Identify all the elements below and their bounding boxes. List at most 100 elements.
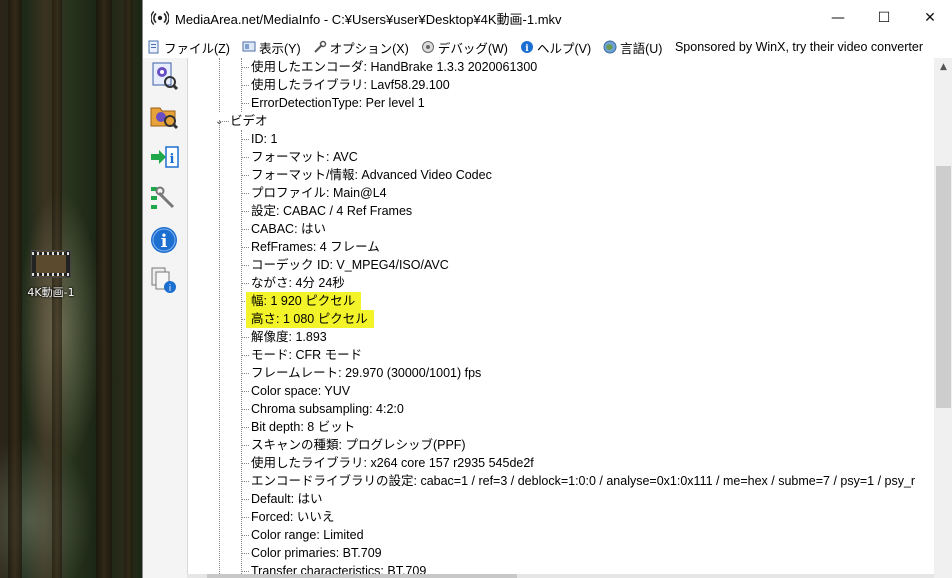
scrollbar-thumb[interactable] [936, 166, 951, 408]
video-info-item[interactable]: ID: 1 [251, 130, 277, 148]
video-info-item[interactable]: Forced: いいえ [251, 508, 334, 526]
donate-button[interactable]: i [147, 264, 181, 298]
tree-connector [241, 337, 249, 338]
info-icon: i [149, 225, 179, 258]
highlighted-video-info-item[interactable]: 高さ: 1 080 ピクセル [246, 310, 374, 328]
svg-text:i: i [161, 231, 168, 252]
video-section-header[interactable]: ビデオ [230, 112, 268, 130]
open-folder-button[interactable] [147, 100, 181, 134]
video-info-item[interactable]: 使用したライブラリ: x264 core 157 r2935 545de2f [251, 454, 534, 472]
video-info-item[interactable]: ながさ: 4分 24秒 [251, 274, 345, 292]
video-info-item[interactable]: プロファイル: Main@L4 [251, 184, 387, 202]
debug-icon [421, 40, 435, 54]
tree-trunk [96, 0, 112, 578]
tree-connector [241, 85, 249, 86]
video-info-item[interactable]: フレームレート: 29.970 (30000/1001) fps [251, 364, 481, 382]
tree-connector [241, 445, 249, 446]
menu-help[interactable]: i ヘルプ(V) [516, 38, 599, 57]
mediainfo-window: MediaArea.net/MediaInfo - C:¥Users¥user¥… [142, 0, 952, 578]
tree-connector [241, 247, 249, 248]
hscroll-thumb[interactable] [207, 574, 517, 578]
language-icon [603, 40, 617, 54]
video-info-item[interactable]: フォーマット: AVC [251, 148, 358, 166]
tree-connector [241, 211, 249, 212]
tree-connector [241, 409, 249, 410]
sponsor-link[interactable]: Sponsored by WinX, try their video conve… [675, 40, 923, 54]
menu-view-label: 表示(Y) [258, 41, 301, 56]
tree-connector [241, 517, 249, 518]
options-icon [313, 40, 327, 54]
menu-language[interactable]: 言語(U) [599, 38, 670, 57]
donate-icon: i [149, 265, 179, 298]
export-icon: i [149, 143, 179, 176]
menu-view[interactable]: 表示(Y) [238, 38, 309, 57]
menu-debug[interactable]: デバッグ(W) [417, 38, 516, 57]
tree-connector [219, 58, 220, 112]
video-info-item[interactable]: RefFrames: 4 フレーム [251, 238, 380, 256]
info-tree-view[interactable]: ⌄ ビデオ 使用したエンコーダ: HandBrake 1.3.3 2020061… [187, 58, 935, 578]
video-info-item[interactable]: Chroma subsampling: 4:2:0 [251, 400, 404, 418]
general-info-item[interactable]: 使用したエンコーダ: HandBrake 1.3.3 2020061300 [251, 58, 537, 76]
title-bar[interactable]: MediaArea.net/MediaInfo - C:¥Users¥user¥… [143, 0, 952, 36]
tree-connector [241, 427, 249, 428]
menu-file[interactable]: ファイル(Z) [143, 38, 238, 57]
tree-connector [241, 265, 249, 266]
preferences-button[interactable] [147, 182, 181, 216]
highlighted-video-info-item[interactable]: 幅: 1 920 ピクセル [246, 292, 362, 310]
desktop-file-icon[interactable]: 4K動画-1 [20, 248, 82, 300]
export-button[interactable]: i [147, 142, 181, 176]
desktop-file-label: 4K動画-1 [27, 286, 75, 299]
tree-connector [241, 463, 249, 464]
video-info-item[interactable]: Default: はい [251, 490, 323, 508]
close-button[interactable]: ✕ [907, 0, 952, 36]
tree-connector [241, 193, 249, 194]
tree-connector [241, 157, 249, 158]
video-info-item[interactable]: Color range: Limited [251, 526, 364, 544]
video-info-item[interactable]: Bit depth: 8 ビット [251, 418, 355, 436]
horizontal-scrollbar[interactable] [187, 574, 934, 578]
menu-options[interactable]: オプション(X) [309, 38, 417, 57]
video-info-item[interactable]: Color primaries: BT.709 [251, 544, 382, 562]
open-folder-icon [149, 101, 179, 134]
svg-text:i: i [169, 284, 172, 294]
svg-text:i: i [170, 152, 175, 167]
tree-connector [241, 571, 249, 572]
video-file-icon [31, 250, 71, 278]
video-info-item[interactable]: エンコードライブラリの設定: cabac=1 / ref=3 / deblock… [251, 472, 915, 490]
vertical-scrollbar[interactable]: ▲ [934, 58, 952, 578]
tree-connector [241, 139, 249, 140]
window-title: MediaArea.net/MediaInfo - C:¥Users¥user¥… [175, 11, 562, 27]
menu-language-label: 言語(U) [620, 41, 663, 56]
tree-connector [219, 121, 229, 122]
video-info-item[interactable]: スキャンの種類: プログレシッブ(PPF) [251, 436, 466, 454]
video-info-item[interactable]: フォーマット/情報: Advanced Video Codec [251, 166, 492, 184]
video-info-item[interactable]: モード: CFR モード [251, 346, 362, 364]
tree-connector [241, 499, 249, 500]
tree-trunk [124, 0, 133, 578]
tree-connector [241, 175, 249, 176]
tree-connector [241, 229, 249, 230]
tree-connector [241, 103, 249, 104]
menu-debug-label: デバッグ(W) [437, 41, 508, 56]
open-file-icon [149, 61, 179, 94]
left-toolbar: i i i [143, 58, 187, 578]
tree-connector [241, 67, 249, 68]
general-info-item[interactable]: 使用したライブラリ: Lavf58.29.100 [251, 76, 450, 94]
tree-connector [219, 120, 220, 578]
minimize-button[interactable]: — [815, 0, 861, 36]
tree-connector [241, 283, 249, 284]
video-info-item[interactable]: 設定: CABAC / 4 Ref Frames [251, 202, 412, 220]
video-info-item[interactable]: 解像度: 1.893 [251, 328, 327, 346]
preferences-icon [149, 183, 179, 216]
about-button[interactable]: i [147, 224, 181, 258]
video-info-item[interactable]: コーデック ID: V_MPEG4/ISO/AVC [251, 256, 449, 274]
scroll-up-arrow-icon[interactable]: ▲ [934, 58, 952, 76]
general-info-item[interactable]: ErrorDetectionType: Per level 1 [251, 94, 425, 112]
tree-connector [241, 130, 242, 578]
tree-connector [241, 391, 249, 392]
video-info-item[interactable]: Color space: YUV [251, 382, 350, 400]
mediainfo-app-icon [150, 9, 170, 27]
open-file-button[interactable] [147, 60, 181, 94]
video-info-item[interactable]: CABAC: はい [251, 220, 326, 238]
maximize-button[interactable]: ☐ [861, 0, 907, 36]
